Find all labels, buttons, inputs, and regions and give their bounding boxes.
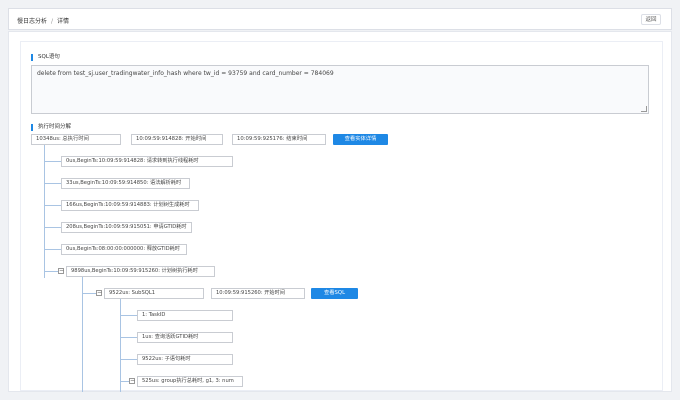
breadcrumb-root[interactable]: 慢日志分析 [17,18,47,25]
subsql-start-time: 10:09:59:915260: 开始时间 [211,288,305,299]
tree-connector [44,183,61,184]
top-bar: 慢日志分析 / 详情 返回 [8,8,672,30]
subsql-node[interactable]: 9522us: SubSQL1 [104,288,204,299]
sub-item-node[interactable]: 9522us: 子语句耗时 [137,354,233,365]
collapse-toggle-icon[interactable]: − [129,378,135,384]
tree-node-step[interactable]: 0us,BeginTs:08:00:00:000000: 释放GTID耗时 [61,244,187,255]
sub-item-node[interactable]: 1us: 查询活跃GTID耗时 [137,332,233,343]
exec-section-title: 执行时间分解 [31,124,71,131]
tree-node-step[interactable]: 0us,BeginTs:10:09:59:914828: 请求转到执行线程耗时 [61,156,233,167]
end-time-field: 10:09:59:925176: 结束时间 [232,134,326,145]
breadcrumb: 慢日志分析 / 详情 [17,16,69,25]
tree-node-step[interactable]: 166us,BeginTs:10:09:59:914883: 计划树生成耗时 [61,200,199,211]
tree-connector [82,293,96,294]
back-button[interactable]: 返回 [641,14,661,25]
tree-connector [44,227,61,228]
sql-statement-text: delete from test_sj.user_tradingwater_in… [37,70,334,77]
tree-connector [44,161,61,162]
tree-connector [120,359,137,360]
tree-node-step-expanded[interactable]: 9898us,BeginTs:10:09:59:915260: 计划树执行耗时 [66,266,215,277]
tree-connector [120,315,137,316]
total-time-field: 10348us: 总执行时间 [31,134,121,145]
collapse-toggle-icon[interactable]: − [58,268,64,274]
sub-item-node-expanded[interactable]: 525us: group执行总耗时, g1, 3: num [137,376,243,387]
tree-line-level2 [82,277,83,392]
breadcrumb-separator: / [51,18,54,25]
breadcrumb-current: 详情 [57,18,70,25]
tree-line-level3 [120,299,121,392]
tree-node-step[interactable]: 33us,BeginTs:10:09:59:914850: 语法解析耗时 [61,178,190,189]
sql-section-title: SQL语句 [31,54,60,61]
tree-connector [44,271,58,272]
tree-node-step[interactable]: 208us,BeginTs:10:09:59:915051: 申请GTID耗时 [61,222,192,233]
detail-panel: SQL语句 delete from test_sj.user_tradingwa… [20,41,663,392]
sub-item-node[interactable]: 1: TaskID [137,310,233,321]
tree-line-level1 [44,145,45,278]
view-sql-button[interactable]: 查看SQL [311,288,358,299]
tree-connector [120,337,137,338]
collapse-toggle-icon[interactable]: − [96,290,102,296]
sql-statement-textarea[interactable]: delete from test_sj.user_tradingwater_in… [31,65,649,114]
resize-grip-icon[interactable] [641,106,647,112]
start-time-field: 10:09:59:914828: 开始时间 [131,134,223,145]
main-content: SQL语句 delete from test_sj.user_tradingwa… [8,31,672,392]
tree-connector [44,249,61,250]
tree-connector [44,205,61,206]
view-entity-detail-button[interactable]: 查看实体详情 [333,134,388,145]
